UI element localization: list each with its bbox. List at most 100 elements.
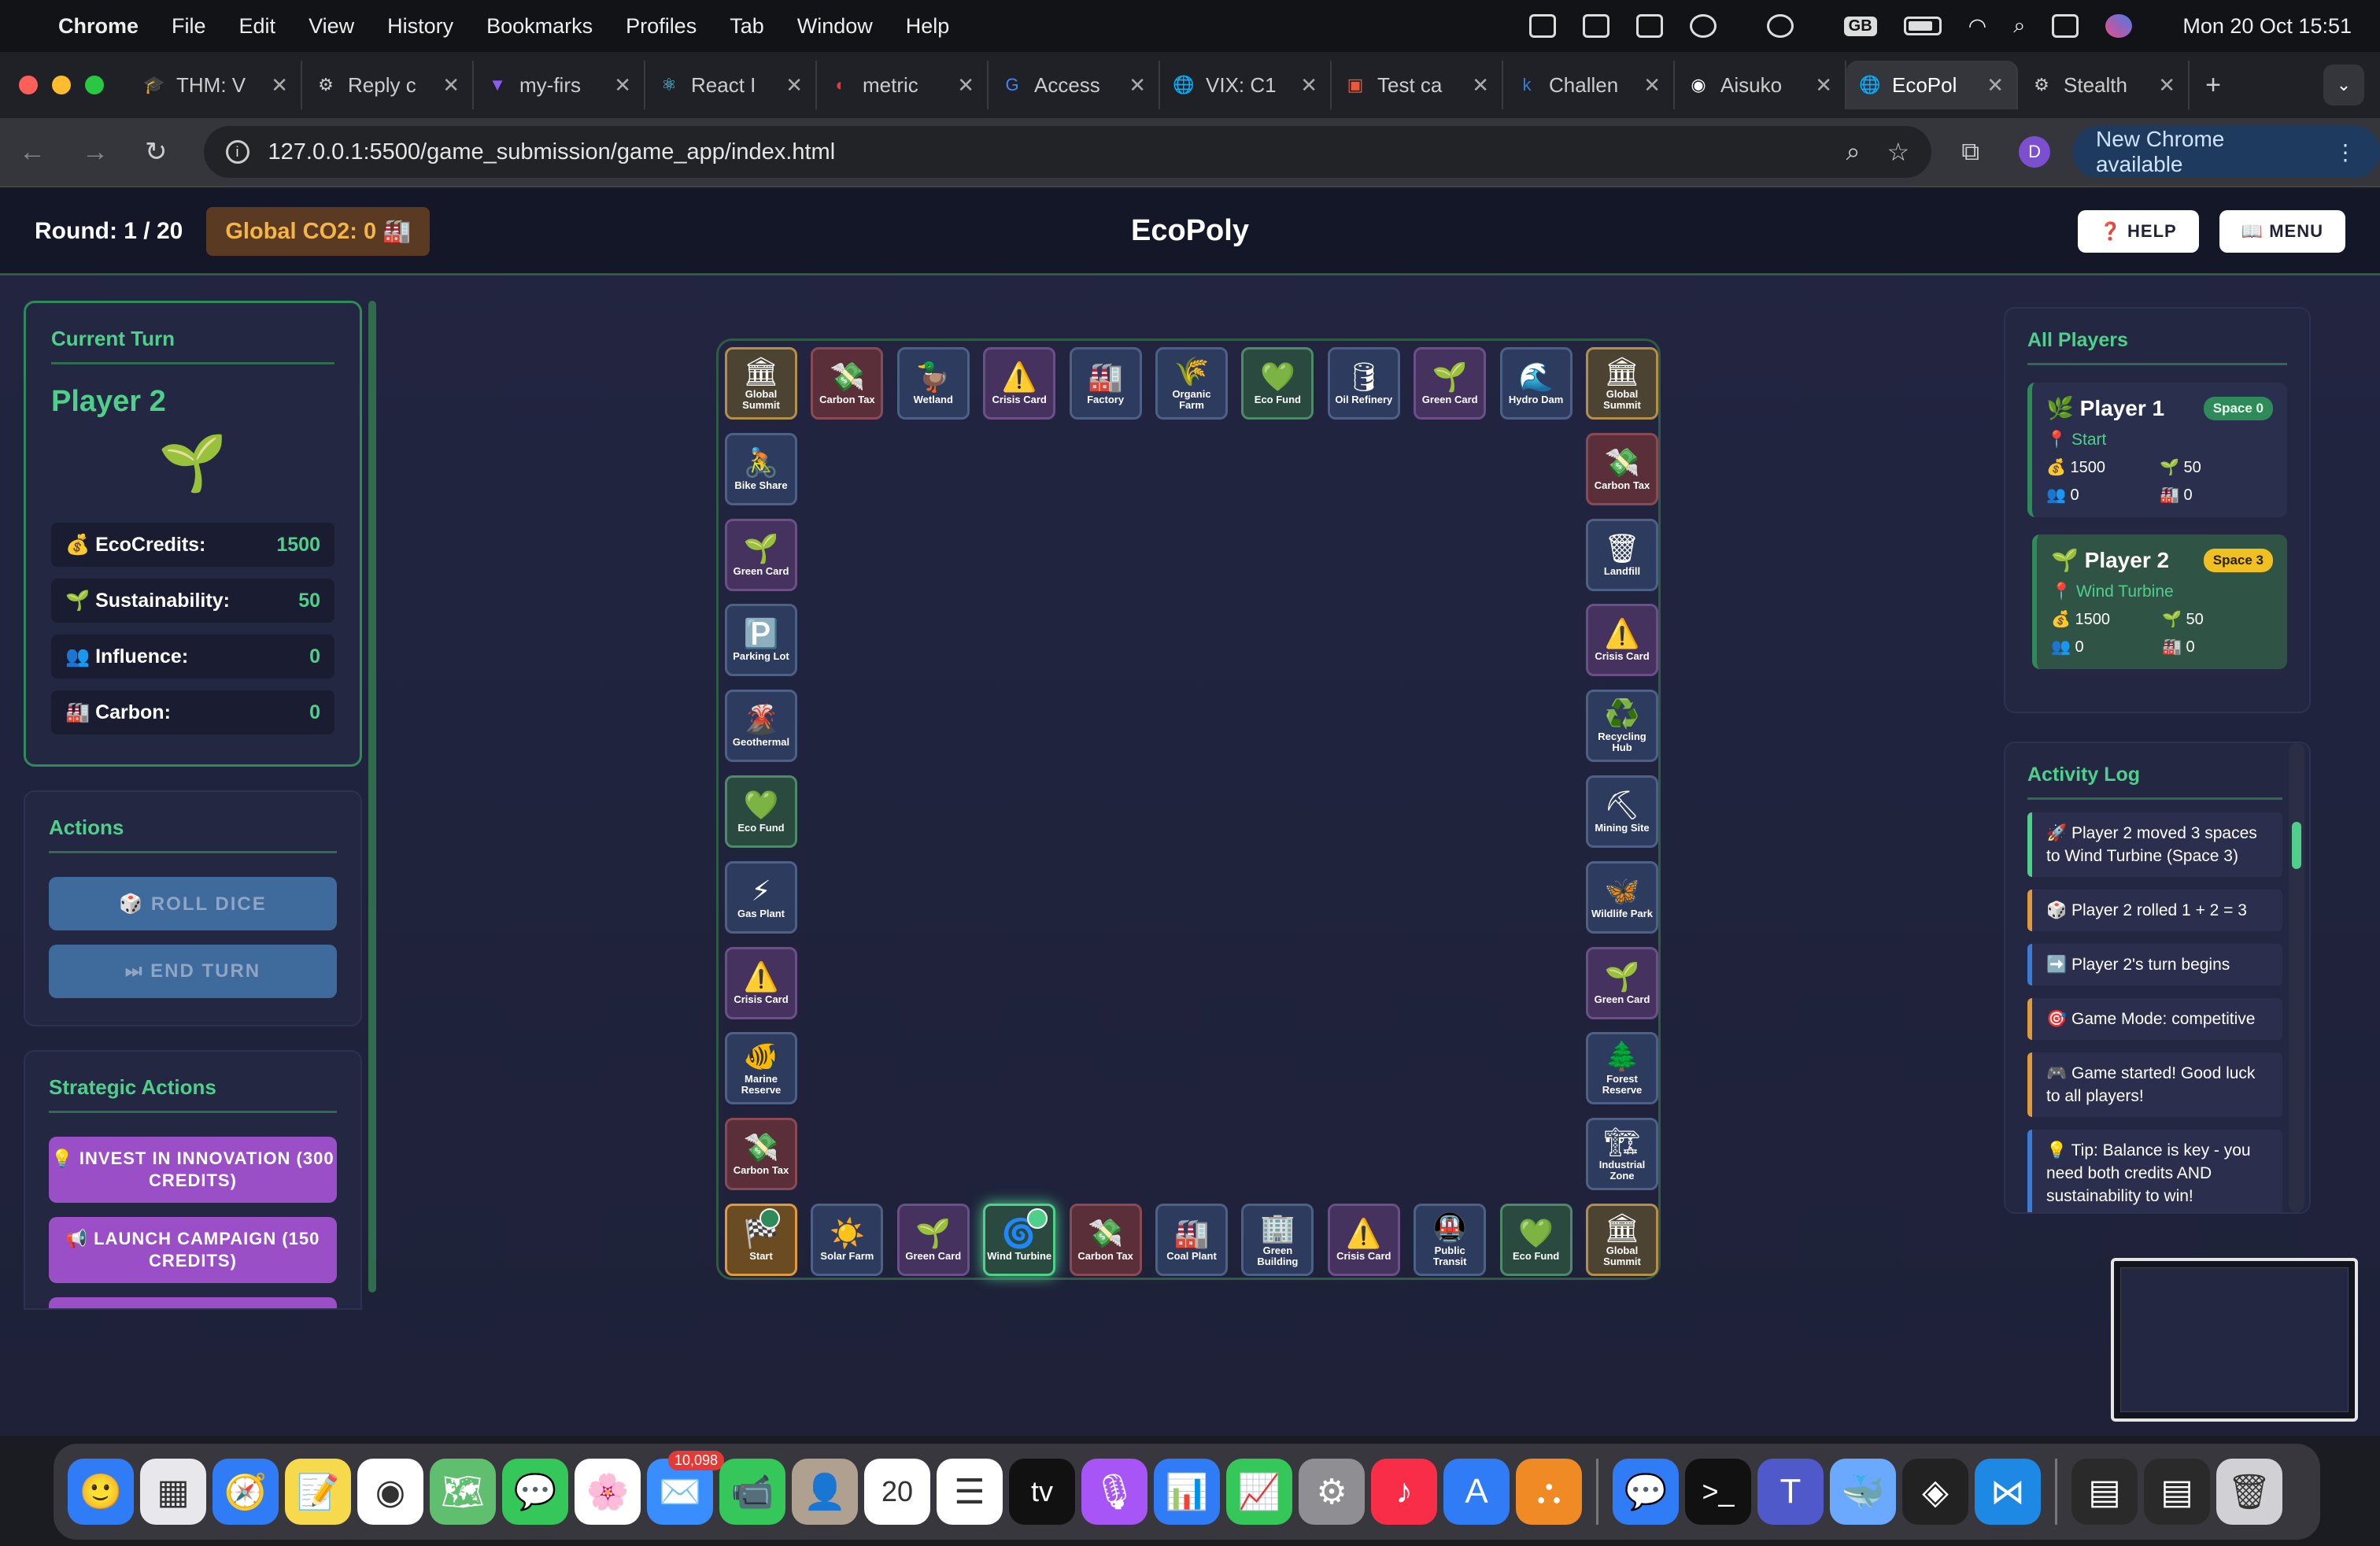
close-window-button[interactable]: [19, 76, 38, 94]
control-center-icon[interactable]: [2052, 14, 2079, 38]
screenshot-thumbnail[interactable]: [2111, 1258, 2358, 1422]
invest-innovation-button[interactable]: 💡 INVEST IN INNOVATION (300 CREDITS): [49, 1137, 337, 1203]
board-space-top-10[interactable]: 🏛 Global Summit: [1586, 347, 1658, 420]
tab-11[interactable]: ⚙ Stealth ✕: [2018, 61, 2190, 109]
dock-messenger-icon[interactable]: 💬: [1613, 1459, 1679, 1525]
dock-trash-icon[interactable]: 🗑: [2216, 1459, 2282, 1525]
tab-8[interactable]: k Challen ✕: [1503, 61, 1675, 109]
maximize-window-button[interactable]: [85, 76, 104, 94]
menu-profiles[interactable]: Profiles: [626, 14, 697, 39]
tab-0[interactable]: 🎓 THM: V ✕: [131, 61, 302, 109]
tab-close-icon[interactable]: ✕: [2158, 73, 2175, 98]
siri-icon[interactable]: [2105, 14, 2133, 38]
new-tab-button[interactable]: +: [2190, 61, 2237, 109]
tab-close-icon[interactable]: ✕: [1643, 73, 1661, 98]
wifi-icon[interactable]: ◠: [1968, 14, 1987, 39]
dock-finder-icon[interactable]: 🙂: [68, 1459, 134, 1525]
board-space-right-0[interactable]: 💸 Carbon Tax: [1586, 432, 1658, 505]
menu-file[interactable]: File: [172, 14, 206, 39]
site-info-icon[interactable]: i: [225, 140, 249, 164]
bookmark-star-icon[interactable]: ☆: [1887, 137, 1910, 167]
menu-bookmarks[interactable]: Bookmarks: [486, 14, 593, 39]
spotlight-icon[interactable]: ⌕: [2013, 13, 2025, 39]
left-panel-scrollbar[interactable]: [368, 301, 376, 1293]
dock-teams-icon[interactable]: T: [1757, 1459, 1824, 1525]
dock-notes-icon[interactable]: 📝: [285, 1459, 351, 1525]
tab-search-button[interactable]: ⌄: [2323, 65, 2364, 105]
board-space-bottom-8[interactable]: 🚇 Public Transit: [1414, 1204, 1487, 1276]
activity-log-scrollbar[interactable]: [2289, 743, 2304, 1212]
board-space-right-1[interactable]: 🗑 Landfill: [1586, 518, 1658, 591]
dock-safari-icon[interactable]: 🧭: [213, 1459, 279, 1525]
dock-contacts-icon[interactable]: 👤: [792, 1459, 858, 1525]
clock[interactable]: Mon 20 Oct 15:51: [2182, 14, 2352, 39]
url-text[interactable]: 127.0.0.1:5500/game_submission/game_app/…: [268, 139, 836, 165]
display-icon[interactable]: [1635, 14, 1663, 38]
tab-close-icon[interactable]: ✕: [957, 73, 974, 98]
board-space-left-4[interactable]: 💚 Eco Fund: [725, 775, 797, 848]
menu-app-name[interactable]: Chrome: [58, 14, 139, 39]
menu-window[interactable]: Window: [797, 14, 873, 39]
dock-app-dark-icon[interactable]: ◈: [1902, 1459, 1968, 1525]
menu-edit[interactable]: Edit: [239, 14, 276, 39]
dock-window-2-icon[interactable]: ▤: [2144, 1459, 2210, 1525]
dock-music-icon[interactable]: ♪: [1371, 1459, 1437, 1525]
board-space-right-3[interactable]: ♻️ Recycling Hub: [1586, 690, 1658, 763]
board-space-right-5[interactable]: 🦋 Wildlife Park: [1586, 860, 1658, 934]
board-space-left-0[interactable]: 🚴 Bike Share: [725, 432, 797, 505]
offset-emissions-button[interactable]: ♻ OFFSET EMISSIONS (100 PER TOKEN): [49, 1297, 337, 1308]
tab-close-icon[interactable]: ✕: [1472, 73, 1489, 98]
scroll-thumb[interactable]: [2292, 822, 2301, 869]
kebab-menu-icon[interactable]: ⋮: [2334, 139, 2356, 165]
dock-window-1-icon[interactable]: ▤: [2071, 1459, 2138, 1525]
board-space-top-2[interactable]: 🦆 Wetland: [896, 347, 970, 420]
tab-close-icon[interactable]: ✕: [614, 73, 631, 98]
board-space-right-2[interactable]: ⚠️ Crisis Card: [1586, 604, 1658, 677]
dock-reminders-icon[interactable]: ☰: [937, 1459, 1003, 1525]
tab-9[interactable]: ◉ Aisuko ✕: [1675, 61, 1846, 109]
tab-close-icon[interactable]: ✕: [1300, 73, 1318, 98]
tab-close-icon[interactable]: ✕: [1129, 73, 1146, 98]
menu-help[interactable]: Help: [906, 14, 950, 39]
board-space-bottom-5[interactable]: 🏭 Coal Plant: [1155, 1204, 1228, 1276]
tab-2[interactable]: ▼ my-firs ✕: [474, 61, 645, 109]
board-space-left-3[interactable]: 🌋 Geothermal: [725, 690, 797, 763]
board-space-top-8[interactable]: 🌱 Green Card: [1414, 347, 1487, 420]
end-turn-button[interactable]: ⏭ END TURN: [49, 945, 337, 998]
board-space-right-7[interactable]: 🌲 Forest Reserve: [1586, 1032, 1658, 1105]
back-icon[interactable]: ←: [19, 137, 46, 168]
dock-photos-icon[interactable]: 🌸: [575, 1459, 641, 1525]
board-space-top-9[interactable]: 🌊 Hydro Dam: [1499, 347, 1572, 420]
dock-maps-icon[interactable]: 🗺: [430, 1459, 496, 1525]
dock-mail-icon[interactable]: ✉️ 10,098: [647, 1451, 724, 1525]
launch-campaign-button[interactable]: 📢 LAUNCH CAMPAIGN (150 CREDITS): [49, 1217, 337, 1283]
board-space-right-4[interactable]: ⛏ Mining Site: [1586, 775, 1658, 848]
board-space-top-0[interactable]: 🏛 Global Summit: [725, 347, 797, 420]
tab-close-icon[interactable]: ✕: [1986, 73, 2004, 98]
board-space-bottom-1[interactable]: ☀️ Solar Farm: [811, 1204, 884, 1276]
play-icon[interactable]: [1766, 14, 1794, 38]
dock-podcasts-icon[interactable]: 🎙: [1081, 1459, 1148, 1525]
board-space-top-1[interactable]: 💸 Carbon Tax: [811, 347, 884, 420]
dock-numbers-icon[interactable]: 📈: [1226, 1459, 1292, 1525]
board-space-left-8[interactable]: 💸 Carbon Tax: [725, 1118, 797, 1191]
board-space-top-6[interactable]: 💚 Eco Fund: [1241, 347, 1314, 420]
board-space-left-2[interactable]: 🅿️ Parking Lot: [725, 604, 797, 677]
new-chrome-available-button[interactable]: New Chrome available ⋮: [2071, 126, 2380, 178]
menu-button[interactable]: 📖 MENU: [2219, 209, 2345, 253]
dock-messages-icon[interactable]: 💬: [502, 1459, 568, 1525]
dock-system-settings-icon[interactable]: ⚙: [1299, 1459, 1365, 1525]
board-space-top-4[interactable]: 🏭 Factory: [1069, 347, 1142, 420]
dock-keynote-icon[interactable]: 📊: [1154, 1459, 1220, 1525]
keyboard-layout[interactable]: GB: [1843, 16, 1877, 36]
help-button[interactable]: ❓ HELP: [2077, 209, 2199, 253]
tab-5[interactable]: G Access ✕: [989, 61, 1160, 109]
board-space-right-6[interactable]: 🌱 Green Card: [1586, 946, 1658, 1019]
board-space-left-6[interactable]: ⚠️ Crisis Card: [725, 946, 797, 1019]
extensions-icon[interactable]: ⧉: [1961, 137, 1979, 167]
dock-facetime-icon[interactable]: 📹: [719, 1459, 785, 1525]
tab-close-icon[interactable]: ✕: [442, 73, 460, 98]
tab-10[interactable]: 🌐 EcoPol ✕: [1846, 61, 2018, 109]
elephant-icon[interactable]: [1689, 14, 1717, 38]
menu-view[interactable]: View: [309, 14, 354, 39]
